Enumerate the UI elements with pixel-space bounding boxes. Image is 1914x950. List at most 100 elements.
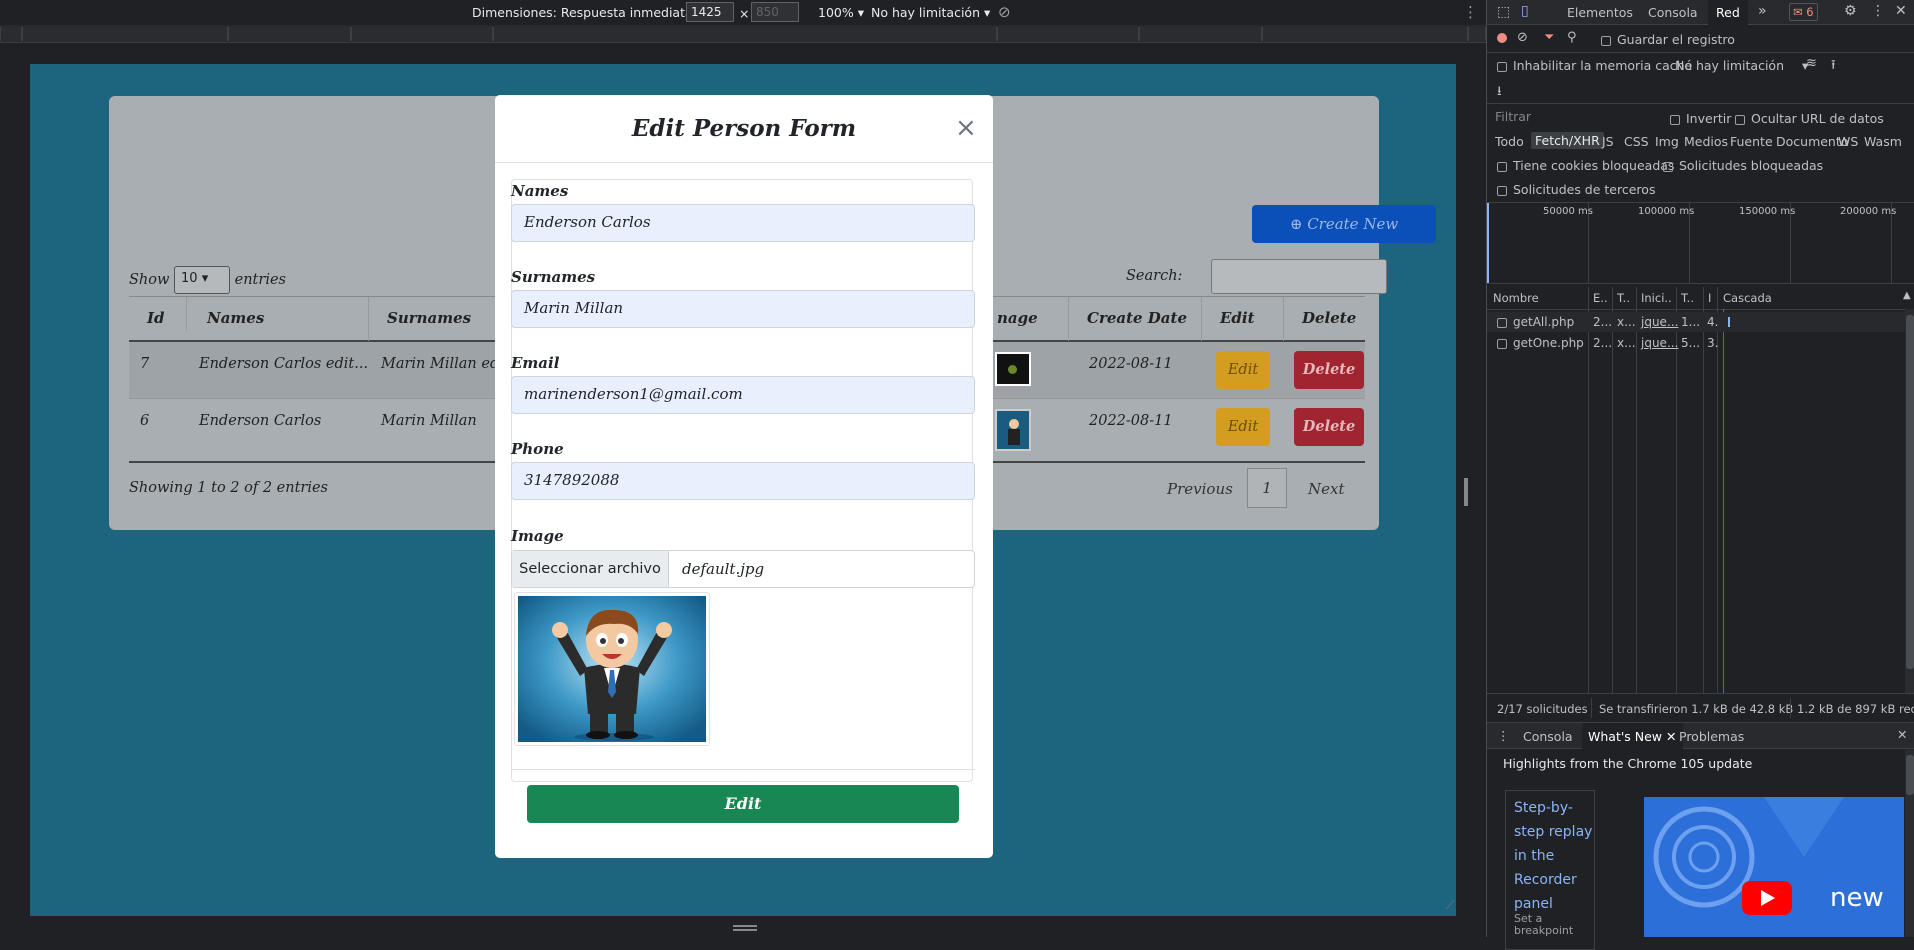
inspect-icon[interactable]: ⬚ (1497, 4, 1510, 20)
tab-network[interactable]: Red (1708, 0, 1748, 25)
third-party-checkbox[interactable]: Solicitudes de terceros (1497, 182, 1655, 197)
entries-select[interactable]: 10 ▾ (174, 266, 231, 294)
col-edit[interactable]: Edit (1202, 297, 1284, 341)
tab-elements[interactable]: Elementos (1567, 5, 1633, 20)
drawer-tabbar: ⋮ Consola What's New ✕ Problemas ✕ (1487, 723, 1914, 749)
blocked-cookies-checkbox[interactable]: Tiene cookies bloqueadas (1497, 158, 1674, 173)
filter-media[interactable]: Medios (1684, 134, 1728, 149)
whats-new-video[interactable]: new (1644, 797, 1904, 937)
throttle-dropdown[interactable]: No hay limitación ▾ (871, 5, 990, 20)
video-thumbnail (1653, 797, 1844, 908)
tab-console[interactable]: Consola (1648, 5, 1698, 20)
right-resize-handle[interactable] (1464, 478, 1468, 506)
filter-all[interactable]: Todo (1495, 134, 1524, 149)
dimensions-dropdown[interactable]: Dimensiones: Respuesta inmediata ▾ (472, 5, 703, 20)
filter-ws[interactable]: WS (1838, 134, 1858, 149)
filter-icon[interactable]: ⏷ (1544, 30, 1554, 45)
email-input[interactable]: marinenderson1@gmail.com (511, 376, 975, 414)
filter-img[interactable]: Img (1655, 134, 1679, 149)
phone-input[interactable]: 3147892088 (511, 462, 975, 500)
names-input[interactable]: Enderson Carlos (511, 204, 975, 242)
more-options-icon[interactable]: ⋮ (1463, 3, 1478, 21)
devtools-tabbar: ⬚ ▯ Elementos Consola Red » ✉ 6 ⚙ ⋮ ✕ (1487, 0, 1914, 25)
video-caption: new (1830, 883, 1884, 913)
rotate-icon[interactable]: ⊘ (998, 3, 1011, 21)
more-tabs-icon[interactable]: » (1758, 3, 1767, 19)
drawer-scrollbar[interactable] (1905, 750, 1914, 937)
surnames-input[interactable]: Marin Millan (511, 290, 975, 328)
drawer-tab-whats-new[interactable]: What's New ✕ (1582, 723, 1683, 749)
col-image[interactable]: nage (995, 297, 1069, 341)
issues-badge[interactable]: ✉ 6 (1789, 3, 1818, 21)
close-drawer-icon[interactable]: ✕ (1897, 727, 1907, 742)
close-icon[interactable]: × (955, 113, 977, 143)
col-type[interactable]: T.. (1617, 291, 1630, 305)
col-name[interactable]: Nombre (1493, 291, 1539, 305)
length-control: Show 10 ▾ entries (129, 266, 286, 294)
request-row[interactable]: getAll.php 2... x... jque... 1... 4. (1487, 312, 1905, 332)
upload-icon[interactable]: ⭱ (1831, 56, 1836, 78)
wifi-icon[interactable]: ≋ (1806, 56, 1817, 71)
kebab-menu-icon[interactable]: ⋮ (1871, 3, 1885, 19)
filter-wasm[interactable]: Wasm (1864, 134, 1902, 149)
col-status[interactable]: E.. (1593, 291, 1608, 305)
download-icon[interactable]: ⭳ (1497, 82, 1502, 104)
filter-js[interactable]: JS (1602, 134, 1614, 149)
whats-new-card[interactable]: Step-by- step replay in the Recorder pan… (1505, 790, 1595, 950)
modal-title: Edit Person Form (631, 115, 857, 142)
previous-button[interactable]: Previous (1167, 480, 1233, 498)
resize-corner-icon[interactable]: ⟋ (1446, 898, 1454, 913)
hide-data-urls-checkbox[interactable]: Ocultar URL de datos (1735, 111, 1884, 126)
drawer-tab-console[interactable]: Consola (1523, 729, 1573, 744)
throttle-select[interactable]: No hay limitación ▾ (1675, 58, 1808, 73)
device-toolbar-icon[interactable]: ▯ (1521, 3, 1529, 19)
blocked-requests-checkbox[interactable]: Solicitudes bloqueadas (1663, 158, 1823, 173)
gear-icon[interactable]: ⚙ (1844, 3, 1857, 19)
drawer-tab-issues[interactable]: Problemas (1679, 729, 1744, 744)
table-info: Showing 1 to 2 of 2 entries (129, 480, 328, 496)
request-row[interactable]: getOne.php 2... x... jque... 5... 3. (1487, 333, 1905, 353)
whats-new-link[interactable]: Step-by- step replay in the Recorder pan… (1514, 796, 1592, 916)
col-names[interactable]: Names (187, 297, 369, 341)
col-delete[interactable]: Delete (1284, 297, 1365, 341)
choose-file-button[interactable]: Seleccionar archivo (512, 551, 669, 587)
col-create-date[interactable]: Create Date (1069, 297, 1202, 341)
delete-button[interactable]: Delete (1294, 351, 1364, 389)
network-overview[interactable]: 50000 ms 100000 ms 150000 ms 200000 ms (1487, 203, 1914, 283)
filter-css[interactable]: CSS (1624, 134, 1649, 149)
invert-checkbox[interactable]: Invertir (1670, 111, 1731, 126)
footer-divider (511, 769, 975, 770)
search-icon[interactable]: ⚲ (1567, 30, 1577, 45)
disable-cache-checkbox[interactable]: Inhabilitar la memoria caché (1497, 58, 1692, 73)
image-file-input[interactable]: Seleccionar archivo default.jpg (511, 550, 975, 588)
close-tab-icon[interactable]: ✕ (1666, 729, 1676, 744)
edit-button[interactable]: Edit (1216, 408, 1270, 446)
bottom-resize-handle[interactable] (733, 925, 757, 927)
file-name: default.jpg (682, 560, 765, 578)
edit-button[interactable]: Edit (1216, 351, 1270, 389)
preserve-log-checkbox[interactable]: Guardar el registro (1601, 32, 1735, 47)
drawer-menu-icon[interactable]: ⋮ (1497, 728, 1510, 743)
next-button[interactable]: Next (1308, 480, 1345, 498)
clear-icon[interactable]: ⊘ (1517, 30, 1528, 45)
filter-input[interactable]: Filtrar (1491, 109, 1651, 127)
zoom-dropdown[interactable]: 100% ▾ (818, 5, 864, 20)
filter-font[interactable]: Fuente (1730, 134, 1773, 149)
col-initiator[interactable]: Inici.. (1641, 291, 1672, 305)
height-input[interactable]: 850 (751, 2, 799, 22)
create-new-button[interactable]: ⊕ Create New (1252, 205, 1436, 243)
delete-button[interactable]: Delete (1294, 408, 1364, 446)
close-devtools-icon[interactable]: ✕ (1895, 3, 1907, 19)
col-time[interactable]: T.. (1681, 291, 1694, 305)
filter-fetch-xhr[interactable]: Fetch/XHR (1531, 132, 1604, 149)
requests-scrollbar[interactable] (1905, 309, 1914, 693)
col-waterfall[interactable]: Cascada (1723, 291, 1772, 305)
width-input[interactable]: 1425 (686, 2, 734, 22)
submit-edit-button[interactable]: Edit (527, 785, 959, 823)
search-input[interactable] (1211, 259, 1387, 294)
page-1-button[interactable]: 1 (1247, 468, 1287, 508)
col-id[interactable]: Id (129, 297, 187, 331)
record-icon[interactable] (1497, 33, 1507, 43)
col-size[interactable]: I (1708, 291, 1711, 305)
play-icon[interactable] (1742, 881, 1792, 915)
